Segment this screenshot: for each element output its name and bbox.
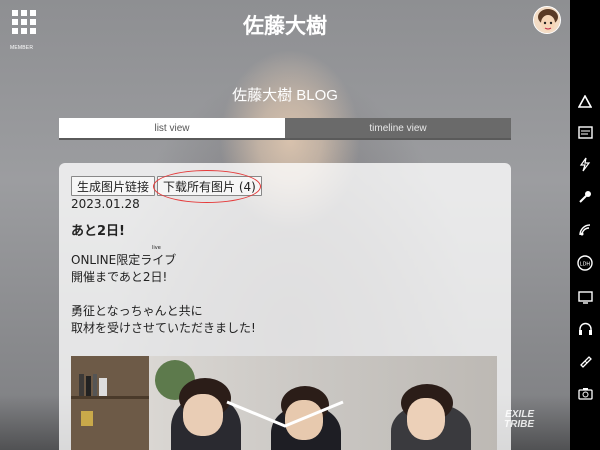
page-title: 佐藤大樹 [243, 15, 327, 38]
highlight-annotation [153, 170, 261, 203]
view-tabs: list view timeline view [59, 118, 511, 140]
svg-text:LDH: LDH [580, 262, 591, 268]
microphone-icon[interactable] [577, 189, 593, 205]
news-icon[interactable] [577, 124, 593, 140]
post-line: 開催まであと2日! [71, 270, 168, 284]
ticket-icon[interactable] [577, 353, 593, 369]
camera-icon[interactable] [577, 385, 593, 401]
post-line: 取材を受けさせていただきました! [71, 321, 256, 335]
ldh-logo-icon[interactable]: LDH [577, 255, 593, 271]
headphones-icon[interactable] [577, 321, 593, 337]
post-line: 勇征となっちゃんと共に [71, 304, 203, 318]
logo-line: TRIBE [504, 419, 534, 430]
post-line: ONLINE限定ライブ [71, 253, 177, 267]
blog-title: 佐藤大樹 BLOG [232, 87, 338, 104]
menu-label: MEMBER [10, 45, 34, 51]
tv-icon[interactable] [577, 289, 593, 305]
avatar[interactable] [533, 6, 561, 34]
lightning-icon[interactable] [577, 156, 593, 172]
chevron-down-icon[interactable] [225, 398, 345, 428]
post-heading: あと2日! [71, 224, 125, 239]
generate-image-link-button[interactable]: 生成图片链接 [71, 176, 156, 196]
right-sidebar: LDH [570, 0, 600, 450]
post-date: 2023.01.28 [71, 197, 140, 211]
broadcast-icon[interactable] [577, 222, 593, 238]
person-face [407, 398, 445, 440]
bookshelf [71, 356, 149, 450]
person-face [183, 394, 223, 436]
tab-timeline-view[interactable]: timeline view [285, 118, 511, 138]
tab-list-view[interactable]: list view [59, 118, 285, 138]
triangle-icon[interactable] [577, 93, 593, 109]
exile-tribe-logo: EXILE TRIBE [504, 410, 534, 430]
